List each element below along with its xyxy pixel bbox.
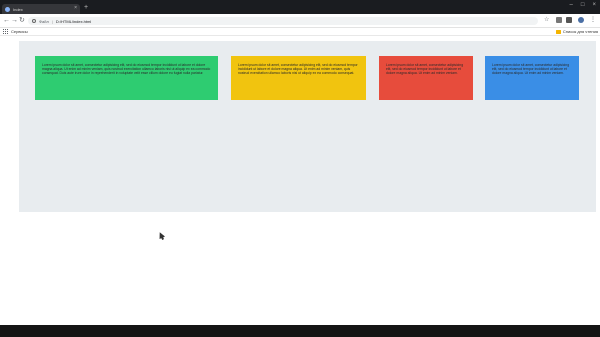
- url-separator: |: [51, 18, 53, 24]
- mouse-cursor-icon: [157, 231, 165, 239]
- taskbar: [0, 325, 600, 337]
- close-window-icon[interactable]: ×: [592, 2, 596, 8]
- bookmark-apps-label: Сервисы: [11, 29, 28, 34]
- reading-list-label: Список для чтения: [562, 29, 598, 34]
- reload-icon[interactable]: ↻: [19, 16, 25, 25]
- bookmarks-bar: Сервисы Список для чтения: [0, 28, 600, 36]
- profile-avatar-icon[interactable]: [578, 17, 584, 23]
- new-tab-button[interactable]: +: [84, 4, 88, 12]
- card-text: Lorem ipsum dolor sit amet, consectetur …: [386, 63, 464, 76]
- screen: Index × + – □ × ← → ↻ Файл | D:/HTML/ind…: [0, 0, 600, 337]
- tab-title: Index: [13, 6, 23, 12]
- menu-icon[interactable]: ⋮: [590, 17, 596, 23]
- card-text: Lorem ipsum dolor sit amet, consectetur …: [42, 63, 211, 76]
- browser-tab[interactable]: Index ×: [2, 4, 80, 14]
- maximize-icon[interactable]: □: [581, 2, 585, 8]
- bookmark-star-icon[interactable]: ☆: [544, 17, 550, 23]
- extensions-puzzle-icon[interactable]: [566, 17, 572, 23]
- reading-list-icon: [555, 29, 561, 34]
- info-icon[interactable]: [32, 19, 36, 23]
- page-viewport: Lorem ipsum dolor sit amet, consectetur …: [0, 36, 600, 325]
- url-scheme: Файл: [39, 18, 49, 24]
- window-controls: – □ ×: [570, 2, 596, 8]
- card-text: Lorem ipsum dolor sit amet, consectetur …: [238, 63, 358, 76]
- cards-container: Lorem ipsum dolor sit amet, consectetur …: [19, 41, 596, 212]
- card-blue: Lorem ipsum dolor sit amet, consectetur …: [485, 56, 579, 100]
- card-green: Lorem ipsum dolor sit amet, consectetur …: [35, 56, 218, 100]
- extension-icon[interactable]: [556, 17, 562, 23]
- browser-toolbar: ← → ↻ Файл | D:/HTML/index.html ☆ ⋮: [0, 14, 600, 28]
- reading-list[interactable]: Список для чтения: [555, 29, 598, 34]
- address-bar[interactable]: Файл | D:/HTML/index.html: [28, 17, 538, 25]
- url-text[interactable]: D:/HTML/index.html: [56, 19, 91, 24]
- close-tab-icon[interactable]: ×: [74, 5, 77, 11]
- card-yellow: Lorem ipsum dolor sit amet, consectetur …: [231, 56, 366, 100]
- back-icon[interactable]: ←: [3, 16, 10, 25]
- bookmark-apps[interactable]: Сервисы: [3, 29, 28, 34]
- minimize-icon[interactable]: –: [570, 2, 573, 8]
- card-red: Lorem ipsum dolor sit amet, consectetur …: [379, 56, 473, 100]
- apps-grid-icon: [3, 29, 8, 34]
- globe-icon: [5, 6, 10, 12]
- forward-icon[interactable]: →: [11, 16, 18, 25]
- card-text: Lorem ipsum dolor sit amet, consectetur …: [492, 63, 570, 76]
- tab-strip: Index × + – □ ×: [0, 0, 600, 14]
